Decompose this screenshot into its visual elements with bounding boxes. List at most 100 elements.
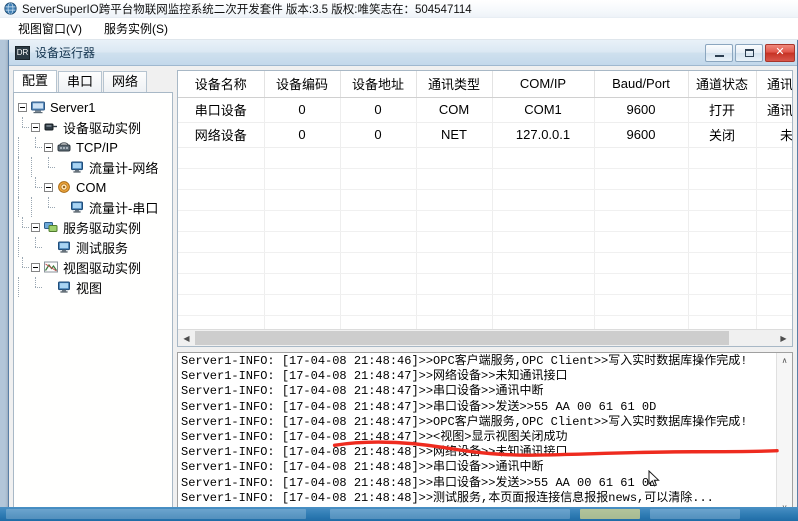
- log-output-container: Server1-INFO: [17-04-08 21:48:46]>>OPC客户…: [177, 352, 793, 515]
- grid-empty-cell: [178, 169, 264, 190]
- taskbar-item[interactable]: [580, 509, 640, 519]
- grid-cell[interactable]: 9600: [594, 123, 688, 148]
- tree-node[interactable]: Server1: [18, 97, 170, 117]
- menu-service-instance[interactable]: 服务实例(S): [96, 18, 176, 39]
- menu-view-window[interactable]: 视图窗口(V): [10, 18, 90, 39]
- tree-node[interactable]: TCP/IP: [18, 137, 170, 157]
- minimize-button[interactable]: [705, 44, 733, 62]
- grid-empty-cell: [594, 148, 688, 169]
- log-output[interactable]: Server1-INFO: [17-04-08 21:48:46]>>OPC客户…: [178, 353, 776, 514]
- grid-empty-cell: [756, 274, 792, 295]
- grid-cell[interactable]: 串口设备: [178, 98, 264, 123]
- tree-connector: [44, 157, 56, 177]
- grid-empty-cell: [416, 295, 492, 316]
- grid-cell[interactable]: 关闭: [688, 123, 756, 148]
- grid-column-header[interactable]: 设备地址: [340, 71, 416, 98]
- tree-node[interactable]: 流量计-串口: [18, 197, 170, 217]
- grid-row[interactable]: 网络设备00NET127.0.0.19600关闭未知未: [178, 123, 792, 148]
- grid-empty-cell: [264, 274, 340, 295]
- scroll-left-arrow-icon[interactable]: ◀: [178, 330, 195, 346]
- taskbar-item[interactable]: [6, 509, 306, 519]
- scroll-thumb[interactable]: [195, 331, 729, 345]
- tree-indent-guide: [31, 197, 44, 217]
- tree-node-label: TCP/IP: [76, 140, 118, 155]
- taskbar-item[interactable]: [330, 509, 570, 519]
- grid-column-header[interactable]: 设备编码: [264, 71, 340, 98]
- tree-indent-guide: [18, 177, 31, 197]
- grid-empty-row: [178, 295, 792, 316]
- grid-empty-cell: [178, 148, 264, 169]
- tree-node[interactable]: 视图: [18, 277, 170, 297]
- view-icon: [43, 260, 59, 274]
- tree-node-label: 视图: [76, 278, 102, 297]
- grid-cell[interactable]: 9600: [594, 98, 688, 123]
- tree-expander-icon[interactable]: [18, 103, 27, 112]
- device-grid[interactable]: 设备名称设备编码设备地址通讯类型COM/IPBaud/Port通道状态通讯状态运…: [178, 71, 792, 329]
- grid-cell[interactable]: COM1: [492, 98, 594, 123]
- tree-node[interactable]: 服务驱动实例: [18, 217, 170, 237]
- grid-empty-cell: [264, 190, 340, 211]
- tree-node[interactable]: COM: [18, 177, 170, 197]
- log-line: Server1-INFO: [17-04-08 21:48:48]>>测试服务,…: [181, 491, 774, 506]
- tree-node[interactable]: 设备驱动实例: [18, 117, 170, 137]
- grid-empty-cell: [178, 295, 264, 316]
- device-runner-title: 设备运行器: [35, 44, 705, 61]
- log-scroll-up-icon[interactable]: ∧: [782, 353, 788, 367]
- grid-empty-cell: [492, 169, 594, 190]
- device-tree[interactable]: Server1设备驱动实例 TCP/IP 流量计-网络COM流量计-串口服务驱动实例…: [13, 92, 173, 515]
- log-line: Server1-INFO: [17-04-08 21:48:47]>>网络设备>…: [181, 369, 774, 384]
- grid-cell[interactable]: 0: [264, 123, 340, 148]
- log-line: Server1-INFO: [17-04-08 21:48:48]>>串口设备>…: [181, 460, 774, 475]
- grid-empty-row: [178, 148, 792, 169]
- grid-empty-cell: [492, 190, 594, 211]
- grid-cell[interactable]: 打开: [688, 98, 756, 123]
- tab-config[interactable]: 配置: [13, 70, 57, 92]
- grid-cell[interactable]: 未知: [756, 123, 792, 148]
- grid-empty-cell: [756, 295, 792, 316]
- grid-empty-cell: [178, 190, 264, 211]
- grid-cell[interactable]: COM: [416, 98, 492, 123]
- grid-cell[interactable]: 通讯中断: [756, 98, 792, 123]
- grid-empty-cell: [264, 253, 340, 274]
- grid-row[interactable]: 串口设备00COMCOM19600打开通讯中断未: [178, 98, 792, 123]
- grid-cell[interactable]: 0: [340, 98, 416, 123]
- grid-column-header[interactable]: 通讯状态: [756, 71, 792, 98]
- grid-column-header[interactable]: Baud/Port: [594, 71, 688, 98]
- tree-expander-icon[interactable]: [31, 223, 40, 232]
- tree-node[interactable]: 流量计-网络: [18, 157, 170, 177]
- grid-column-header[interactable]: 通道状态: [688, 71, 756, 98]
- grid-cell[interactable]: NET: [416, 123, 492, 148]
- grid-column-header[interactable]: COM/IP: [492, 71, 594, 98]
- tree-indent-guide: [18, 197, 31, 217]
- tree-expander-icon[interactable]: [31, 263, 40, 272]
- grid-empty-cell: [416, 274, 492, 295]
- grid-column-header[interactable]: 通讯类型: [416, 71, 492, 98]
- grid-column-header[interactable]: 设备名称: [178, 71, 264, 98]
- tab-serial[interactable]: 串口: [58, 71, 102, 92]
- taskbar-item[interactable]: [650, 509, 740, 519]
- maximize-button[interactable]: [735, 44, 763, 62]
- tree-node[interactable]: 视图驱动实例: [18, 257, 170, 277]
- grid-cell[interactable]: 0: [340, 123, 416, 148]
- tree-expander-icon[interactable]: [31, 123, 40, 132]
- close-button[interactable]: ✕: [765, 44, 795, 62]
- scroll-right-arrow-icon[interactable]: ▶: [775, 330, 792, 346]
- grid-cell[interactable]: 127.0.0.1: [492, 123, 594, 148]
- tree-node[interactable]: 测试服务: [18, 237, 170, 257]
- tree-expander-icon[interactable]: [44, 183, 53, 192]
- grid-cell[interactable]: 0: [264, 98, 340, 123]
- grid-horizontal-scrollbar[interactable]: ◀ ▶: [178, 329, 792, 346]
- tab-network[interactable]: 网络: [103, 71, 147, 92]
- device-runner-body: 配置 串口 网络 Server1设备驱动实例TCP/IP流量计-网络COM流量计…: [9, 66, 797, 519]
- grid-empty-cell: [340, 295, 416, 316]
- log-vertical-scrollbar[interactable]: ∧ ∨: [776, 353, 792, 514]
- grid-empty-cell: [756, 148, 792, 169]
- scroll-track[interactable]: [195, 330, 775, 346]
- tree-expander-icon[interactable]: [44, 143, 53, 152]
- tree-node-label: 流量计-网络: [89, 158, 158, 177]
- device-runner-titlebar[interactable]: DR 设备运行器 ✕: [9, 40, 797, 66]
- monitor-icon: [69, 160, 85, 174]
- close-icon: ✕: [775, 47, 784, 58]
- grid-cell[interactable]: 网络设备: [178, 123, 264, 148]
- grid-empty-cell: [688, 295, 756, 316]
